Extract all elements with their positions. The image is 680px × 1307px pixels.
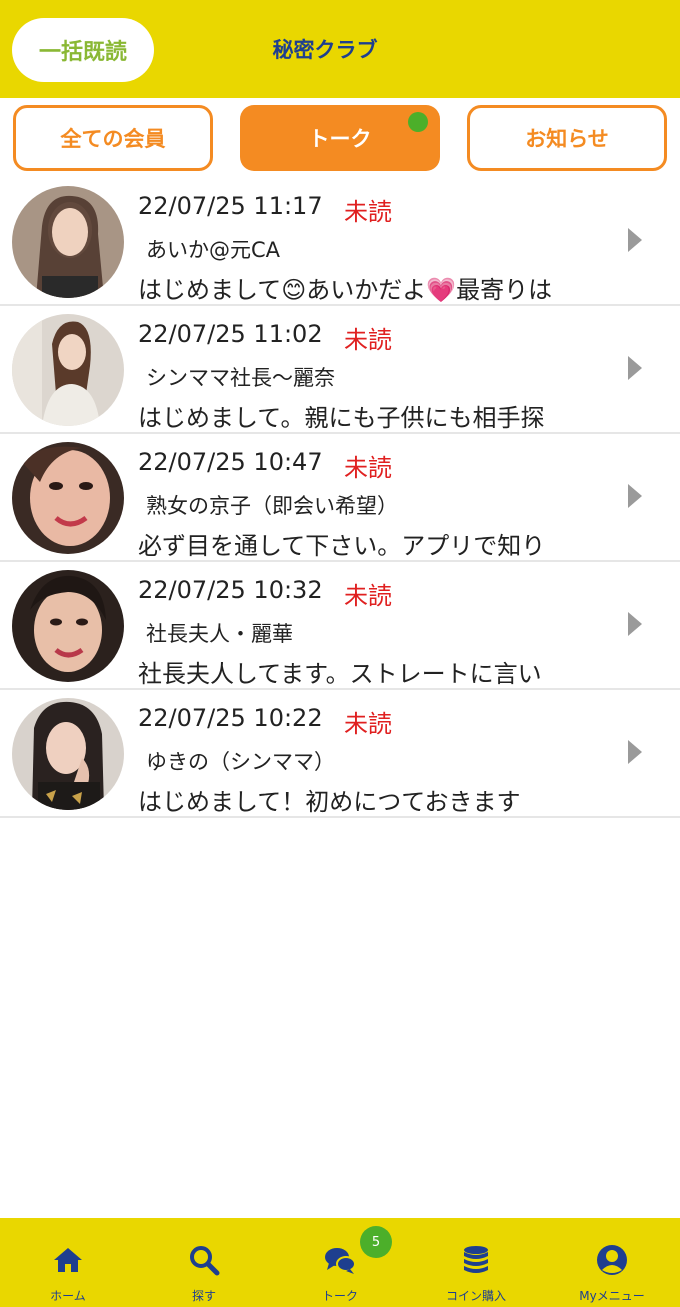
message-preview: 社長夫人してます。ストレートに言い bbox=[138, 660, 542, 688]
message-preview: はじめまして😊あいかだよ💗最寄りは bbox=[138, 276, 553, 304]
message-row[interactable]: 22/07/25 11:17 未読 あいか@元CA はじめまして😊あいかだよ💗最… bbox=[0, 178, 680, 306]
message-timestamp: 22/07/25 10:32 bbox=[138, 576, 323, 604]
nav-search[interactable]: 探す bbox=[136, 1218, 272, 1307]
nav-label: Myメニュー bbox=[579, 1289, 645, 1303]
avatar bbox=[12, 698, 124, 810]
message-row[interactable]: 22/07/25 11:02 未読 シンママ社長〜麗奈 はじめまして。親にも子供… bbox=[0, 306, 680, 434]
tab-all-members[interactable]: 全ての会員 bbox=[13, 105, 213, 171]
bottom-nav: ホーム 探す トーク コイン購入 Myメニュー 5 bbox=[0, 1218, 680, 1307]
home-icon bbox=[54, 1248, 82, 1272]
talk-count-badge: 5 bbox=[360, 1226, 392, 1258]
sender-name: あいか@元CA bbox=[146, 238, 281, 262]
sender-name: ゆきの（シンママ） bbox=[146, 750, 335, 774]
mark-all-read-button[interactable]: 一括既読 bbox=[12, 18, 154, 82]
tab-label: お知らせ bbox=[525, 127, 609, 151]
message-timestamp: 22/07/25 10:22 bbox=[138, 704, 323, 732]
message-row[interactable]: 22/07/25 10:22 未読 ゆきの（シンママ） はじめまして！初めにつて… bbox=[0, 690, 680, 818]
message-row[interactable]: 22/07/25 10:47 未読 熟女の京子（即会い希望） 必ず目を通して下さ… bbox=[0, 434, 680, 562]
chat-icon bbox=[325, 1248, 356, 1274]
message-row[interactable]: 22/07/25 10:32 未読 社長夫人・麗華 社長夫人してます。ストレート… bbox=[0, 562, 680, 690]
message-timestamp: 22/07/25 11:02 bbox=[138, 320, 323, 348]
app-header: 一括既読 秘密クラブ bbox=[0, 0, 680, 98]
chevron-right-icon bbox=[628, 612, 642, 636]
nav-label: 探す bbox=[191, 1289, 216, 1303]
sender-name: シンママ社長〜麗奈 bbox=[146, 366, 335, 390]
sender-name: 社長夫人・麗華 bbox=[146, 622, 293, 646]
unread-status: 未読 bbox=[344, 454, 392, 482]
coins-icon bbox=[464, 1246, 488, 1273]
chevron-right-icon bbox=[628, 740, 642, 764]
avatar bbox=[12, 570, 124, 682]
message-preview: はじめまして。親にも子供にも相手探 bbox=[138, 404, 545, 432]
avatar bbox=[12, 186, 124, 298]
chevron-right-icon bbox=[628, 356, 642, 380]
chevron-right-icon bbox=[628, 484, 642, 508]
search-icon bbox=[190, 1246, 220, 1276]
message-preview: 必ず目を通して下さい。アプリで知り bbox=[138, 532, 546, 560]
nav-my-menu[interactable]: Myメニュー bbox=[544, 1218, 680, 1307]
chevron-right-icon bbox=[628, 228, 642, 252]
nav-label: コイン購入 bbox=[445, 1289, 506, 1303]
tab-talk[interactable]: トーク bbox=[240, 105, 440, 171]
unread-status: 未読 bbox=[344, 326, 392, 354]
tab-bar: 全ての会員 トーク お知らせ bbox=[0, 98, 680, 178]
user-icon bbox=[597, 1245, 627, 1275]
unread-status: 未読 bbox=[344, 198, 392, 226]
avatar bbox=[12, 442, 124, 554]
nav-home[interactable]: ホーム bbox=[0, 1218, 136, 1307]
nav-label: トーク bbox=[321, 1289, 358, 1303]
message-timestamp: 22/07/25 11:17 bbox=[138, 192, 323, 220]
unread-status: 未読 bbox=[344, 710, 392, 738]
tab-label: トーク bbox=[308, 127, 372, 151]
unread-status: 未読 bbox=[344, 582, 392, 610]
message-preview: はじめまして！初めにつておきます bbox=[138, 788, 521, 816]
message-list: 22/07/25 11:17 未読 あいか@元CA はじめまして😊あいかだよ💗最… bbox=[0, 178, 680, 818]
tab-label: 全ての会員 bbox=[60, 127, 166, 151]
sender-name: 熟女の京子（即会い希望） bbox=[146, 494, 398, 518]
notification-dot bbox=[408, 112, 428, 132]
avatar bbox=[12, 314, 124, 426]
message-timestamp: 22/07/25 10:47 bbox=[138, 448, 323, 476]
nav-label: ホーム bbox=[50, 1289, 86, 1303]
tab-notices[interactable]: お知らせ bbox=[467, 105, 667, 171]
nav-buy-coins[interactable]: コイン購入 bbox=[408, 1218, 544, 1307]
